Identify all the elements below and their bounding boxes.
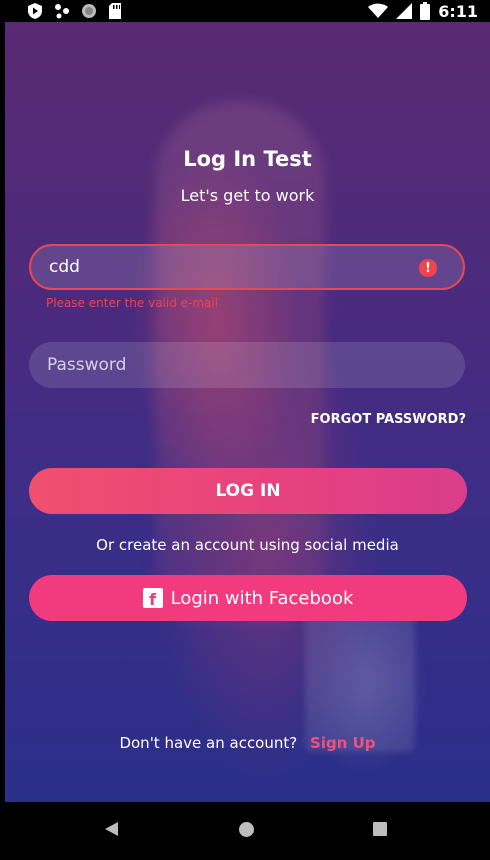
no-account-text: Don't have an account? (119, 734, 298, 752)
cellular-signal-icon (396, 3, 413, 19)
page-subtitle: Let's get to work (180, 186, 315, 205)
status-bar-left (26, 0, 123, 22)
facebook-login-button[interactable]: f Login with Facebook (29, 575, 467, 621)
signup-row: Don't have an account? Sign Up (5, 734, 490, 752)
signup-link[interactable]: Sign Up (310, 734, 376, 752)
circle-icon (82, 4, 96, 18)
facebook-icon: f (142, 588, 163, 608)
password-placeholder: Password (47, 355, 127, 375)
email-error-message: Please enter the valid e-mail (46, 296, 219, 310)
status-bar-right: 6:11 (368, 0, 478, 22)
recents-icon[interactable] (373, 822, 387, 836)
facebook-login-label: Login with Facebook (170, 587, 354, 609)
error-icon: ! (419, 259, 437, 277)
home-icon[interactable] (239, 822, 254, 837)
social-media-text: Or create an account using social media (96, 536, 399, 554)
back-icon[interactable] (105, 822, 118, 836)
play-protect-icon (28, 3, 42, 19)
wifi-icon (368, 3, 389, 18)
battery-icon (420, 2, 431, 20)
login-button[interactable]: LOG IN (29, 468, 467, 514)
password-field[interactable]: Password (29, 342, 465, 388)
email-field[interactable]: cdd ! (29, 244, 465, 290)
page-title: Log In Test (183, 147, 312, 171)
status-time: 6:11 (438, 1, 478, 21)
status-bar: 6:11 (0, 0, 490, 22)
background-photo-bag (305, 602, 415, 752)
navigation-bar (0, 802, 490, 860)
forgot-password-link[interactable]: FORGOT PASSWORD? (311, 412, 466, 427)
notification-dots-icon (55, 4, 69, 19)
sd-card-icon (109, 3, 121, 19)
login-screen: Log In Test Let's get to work cdd ! Plea… (5, 22, 490, 802)
login-button-label: LOG IN (215, 481, 281, 501)
screen: 6:11 Log In Test Let's get to work cdd !… (0, 0, 490, 860)
email-field-value: cdd (49, 257, 80, 277)
